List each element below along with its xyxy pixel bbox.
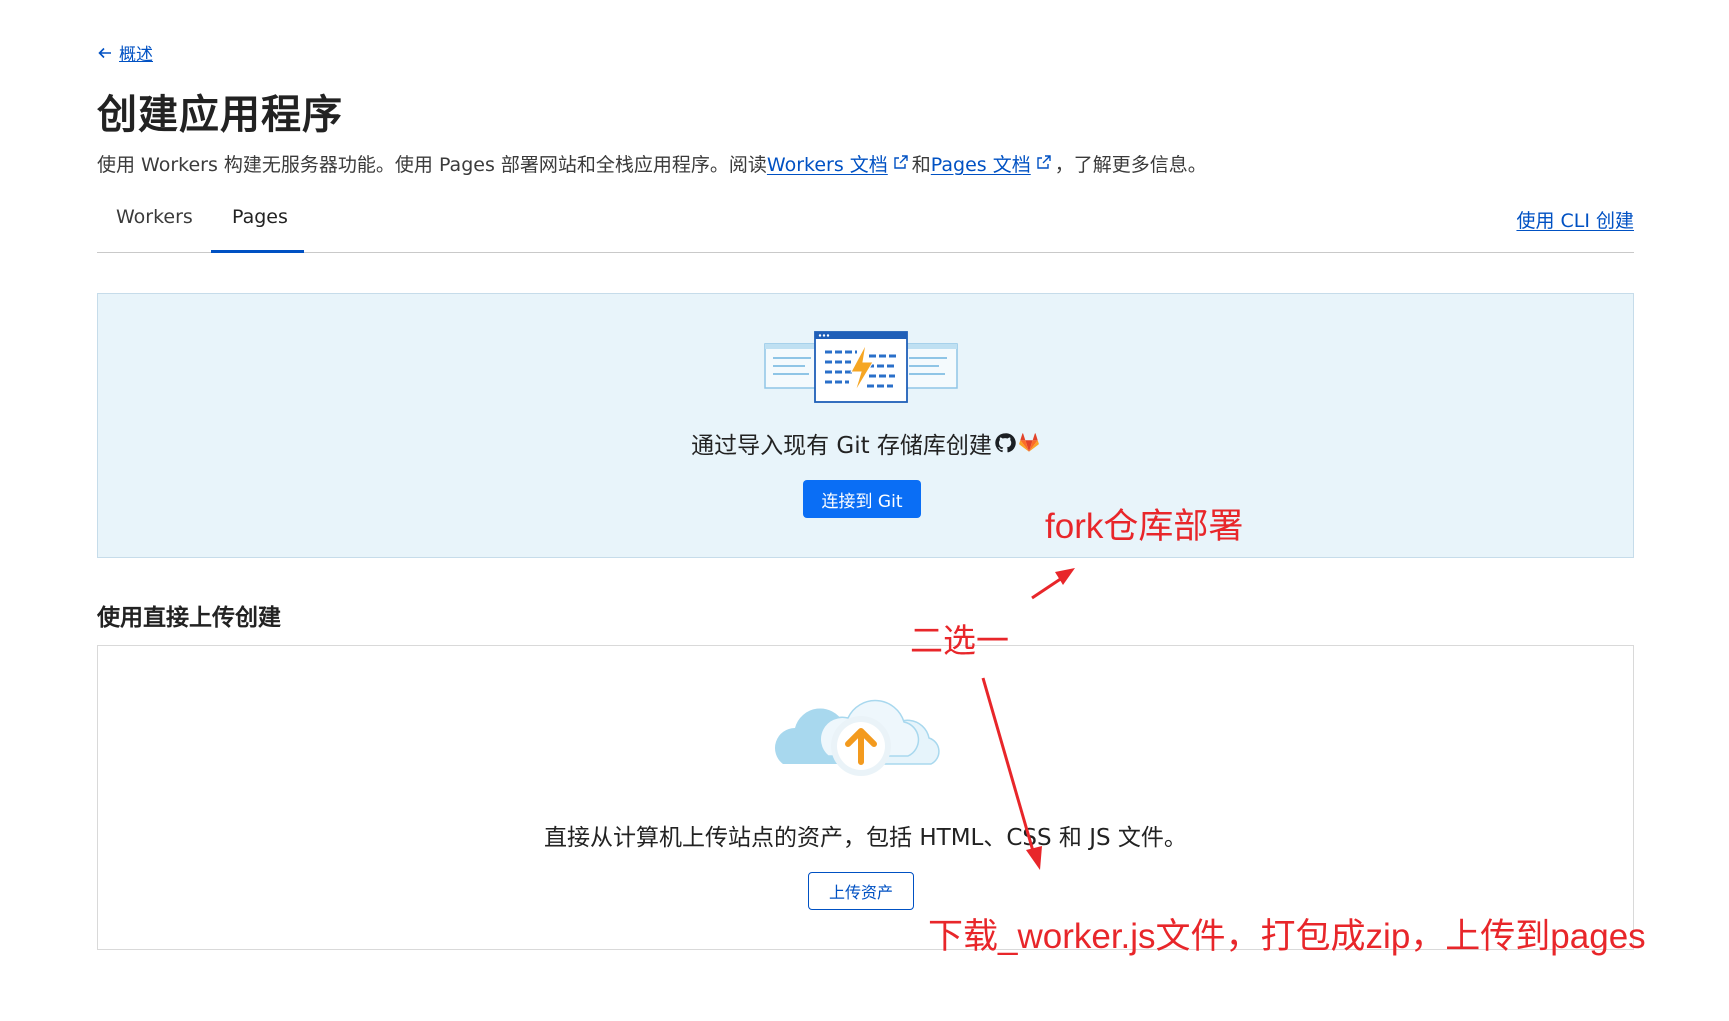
direct-upload-heading: 使用直接上传创建 — [97, 605, 281, 631]
git-import-text: 通过导入现有 Git 存储库创建 — [98, 426, 1633, 460]
description-text-2: 和 — [911, 154, 931, 176]
back-link[interactable]: 概述 — [97, 40, 153, 65]
create-with-cli-link[interactable]: 使用 CLI 创建 — [1516, 206, 1634, 233]
back-link-label: 概述 — [119, 45, 153, 65]
git-pages-illustration — [764, 331, 958, 403]
tab-pages[interactable]: Pages — [232, 206, 288, 228]
annotation-fork: fork仓库部署 — [1045, 507, 1244, 546]
tab-bar: Workers Pages 使用 CLI 创建 — [97, 196, 1634, 253]
upload-assets-button[interactable]: 上传资产 — [808, 872, 914, 910]
github-icon — [995, 433, 1016, 453]
description-text-1: 使用 Workers 构建无服务器功能。使用 Pages 部署网站和全栈应用程序… — [97, 154, 767, 176]
tab-workers[interactable]: Workers — [116, 206, 193, 228]
connect-to-git-button[interactable]: 连接到 Git — [803, 480, 921, 518]
page-title: 创建应用程序 — [97, 92, 343, 138]
external-link-icon — [894, 154, 908, 169]
direct-upload-card: 直接从计算机上传站点的资产，包括 HTML、CSS 和 JS 文件。 上传资产 — [97, 645, 1634, 950]
active-tab-indicator — [211, 250, 304, 253]
git-import-card: 通过导入现有 Git 存储库创建 连接到 Git — [97, 293, 1634, 558]
git-import-label: 通过导入现有 Git 存储库创建 — [691, 433, 992, 459]
direct-upload-text: 直接从计算机上传站点的资产，包括 HTML、CSS 和 JS 文件。 — [544, 825, 1187, 851]
workers-docs-link[interactable]: Workers 文档 — [767, 150, 888, 177]
arrow-left-icon — [98, 47, 111, 58]
pages-docs-link[interactable]: Pages 文档 — [931, 150, 1031, 177]
annotation-choose-one: 二选一 — [910, 622, 1009, 659]
external-link-icon — [1037, 154, 1051, 169]
cloud-upload-icon — [775, 699, 940, 776]
page-description: 使用 Workers 构建无服务器功能。使用 Pages 部署网站和全栈应用程序… — [97, 150, 1207, 177]
description-text-3: ，了解更多信息。 — [1054, 154, 1207, 176]
annotation-download: 下载_worker.js文件，打包成zip，上传到pages — [928, 917, 1646, 956]
gitlab-icon — [1019, 433, 1039, 452]
arrow-up-right-annotation — [1031, 568, 1075, 600]
